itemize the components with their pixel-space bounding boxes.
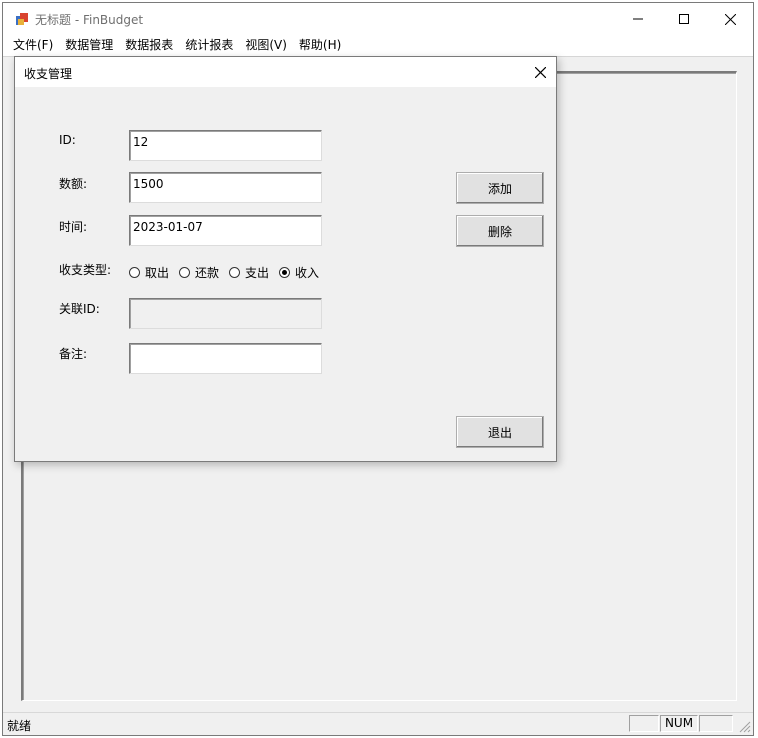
radio-withdraw[interactable]: 取出 (129, 264, 169, 281)
time-label: 时间: (59, 220, 88, 234)
dialog-close-button[interactable] (524, 57, 556, 87)
close-icon (724, 13, 736, 25)
radio-withdraw-label: 取出 (145, 265, 170, 280)
related-id-field (129, 298, 322, 329)
menu-bar: 文件(F) 数据管理 数据报表 统计报表 视图(V) 帮助(H) (3, 35, 753, 56)
resize-grip-icon[interactable] (737, 719, 751, 733)
menu-help[interactable]: 帮助(H) (293, 35, 347, 56)
time-field[interactable]: 2023-01-07 (129, 215, 322, 246)
window-title: 无标题 - FinBudget (35, 13, 144, 27)
minimize-button[interactable] (615, 3, 661, 35)
title-bar[interactable]: 无标题 - FinBudget (3, 3, 753, 35)
maximize-icon (679, 14, 689, 24)
close-button[interactable] (707, 3, 753, 35)
exit-button[interactable]: 退出 (456, 416, 544, 448)
status-bar: 就绪 NUM (3, 712, 753, 735)
note-label: 备注: (59, 347, 88, 361)
status-pane-caps (629, 715, 659, 732)
id-field[interactable]: 12 (129, 130, 322, 161)
dialog-title: 收支管理 (24, 67, 73, 81)
status-pane-scrl (699, 715, 733, 732)
maximize-button[interactable] (661, 3, 707, 35)
status-pane-num: NUM (660, 715, 698, 732)
delete-button[interactable]: 删除 (456, 215, 544, 247)
app-icon (16, 13, 28, 25)
related-id-label: 关联ID: (59, 302, 100, 316)
id-label: ID: (59, 133, 76, 147)
income-expense-dialog: 收支管理 ID: 12 数额: 1500 时间: 2023-01-07 收支类型… (14, 56, 557, 462)
status-text: 就绪 (7, 719, 32, 733)
radio-expense-label: 支出 (245, 265, 270, 280)
radio-expense[interactable]: 支出 (229, 264, 269, 281)
close-icon (534, 66, 546, 78)
radio-button-icon[interactable] (129, 266, 140, 278)
radio-button-icon[interactable] (229, 266, 241, 278)
dialog-title-bar[interactable]: 收支管理 (15, 57, 556, 87)
type-radio-group: 取出 还款 支出 收入 (129, 264, 329, 280)
radio-repayment-label: 还款 (195, 265, 220, 280)
menu-file[interactable]: 文件(F) (7, 35, 59, 56)
menu-view[interactable]: 视图(V) (239, 35, 293, 56)
menu-statistics-reports[interactable]: 统计报表 (179, 35, 239, 56)
minimize-icon (633, 18, 643, 20)
add-button[interactable]: 添加 (456, 172, 544, 204)
menu-data-reports[interactable]: 数据报表 (119, 35, 179, 56)
type-label: 收支类型: (59, 263, 112, 277)
radio-button-icon[interactable] (179, 266, 191, 278)
radio-button-checked-icon[interactable] (279, 266, 291, 278)
amount-field[interactable]: 1500 (129, 172, 322, 203)
radio-income[interactable]: 收入 (279, 264, 319, 281)
note-field[interactable] (129, 343, 322, 374)
menu-data-management[interactable]: 数据管理 (59, 35, 119, 56)
amount-label: 数额: (59, 177, 88, 191)
radio-income-label: 收入 (295, 265, 320, 280)
radio-repayment[interactable]: 还款 (179, 264, 219, 281)
